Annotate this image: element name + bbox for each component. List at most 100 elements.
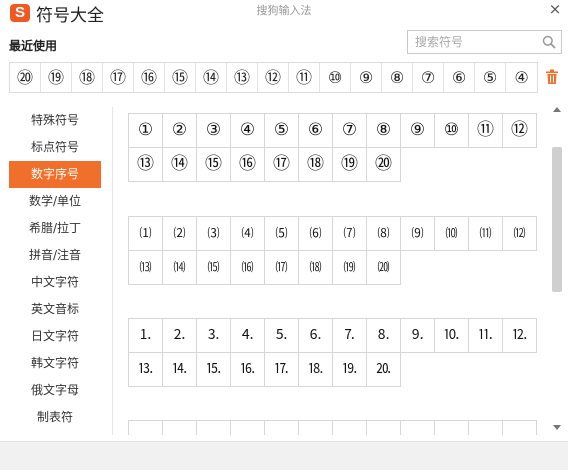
symbol-cell[interactable]: ⑩ xyxy=(435,114,469,148)
symbol-cell[interactable]: ② xyxy=(163,114,197,148)
symbol-cell[interactable]: ⑥ xyxy=(299,114,333,148)
symbol-cell[interactable]: ⒌ xyxy=(265,319,299,353)
symbol-cell[interactable]: ⑳ xyxy=(367,148,401,182)
trash-icon[interactable] xyxy=(545,69,559,85)
symbol-cell[interactable]: ⒈ xyxy=(129,319,163,353)
symbol-cell[interactable]: ⒚ xyxy=(333,353,367,387)
recent-symbol[interactable]: ⑳ xyxy=(10,63,41,92)
symbol-cell[interactable] xyxy=(435,421,469,435)
symbol-cell[interactable]: ⒊ xyxy=(197,319,231,353)
recent-symbol[interactable]: ⑨ xyxy=(351,63,382,92)
symbol-cell[interactable] xyxy=(163,421,197,435)
symbol-cell[interactable]: ⒎ xyxy=(333,319,367,353)
symbol-cell[interactable]: ⑨ xyxy=(401,114,435,148)
sidebar-item[interactable]: 希腊/拉丁 xyxy=(9,215,101,242)
symbol-cell[interactable]: ⒑ xyxy=(435,319,469,353)
symbol-cell[interactable]: ⑮ xyxy=(197,148,231,182)
symbol-cell[interactable]: ⑷ xyxy=(231,217,265,251)
sidebar-item[interactable]: 数学/单位 xyxy=(9,188,101,215)
symbol-cell[interactable]: ⒉ xyxy=(163,319,197,353)
symbol-cell[interactable]: ⒒ xyxy=(469,319,503,353)
symbol-cell[interactable]: ⒁ xyxy=(163,251,197,285)
symbol-cell[interactable]: ⑾ xyxy=(469,217,503,251)
recent-symbol[interactable]: ⑰ xyxy=(103,63,134,92)
symbol-cell[interactable]: ⒛ xyxy=(367,353,401,387)
symbol-cell[interactable]: ⑤ xyxy=(265,114,299,148)
symbol-cell[interactable]: ④ xyxy=(231,114,265,148)
symbol-cell[interactable] xyxy=(333,421,367,435)
symbol-cell[interactable]: ⒔ xyxy=(129,353,163,387)
recent-symbol[interactable]: ⑩ xyxy=(320,63,351,92)
symbol-cell[interactable]: ⒋ xyxy=(231,319,265,353)
symbol-cell[interactable]: ⒍ xyxy=(299,319,333,353)
recent-symbol[interactable]: ⑱ xyxy=(72,63,103,92)
symbol-cell[interactable]: ⒆ xyxy=(333,251,367,285)
symbol-cell[interactable] xyxy=(129,421,163,435)
sidebar-item[interactable]: 数字序号 xyxy=(9,161,101,188)
search-box[interactable] xyxy=(407,30,562,54)
symbol-cell[interactable]: ⒏ xyxy=(367,319,401,353)
vertical-scrollbar[interactable] xyxy=(550,107,565,435)
symbol-cell[interactable]: ⒙ xyxy=(299,353,333,387)
symbol-cell[interactable]: ⑴ xyxy=(129,217,163,251)
symbol-cell[interactable]: ⒃ xyxy=(231,251,265,285)
symbol-cell[interactable]: ⒀ xyxy=(129,251,163,285)
symbol-cell[interactable] xyxy=(299,421,333,435)
symbol-cell[interactable] xyxy=(367,421,401,435)
symbol-cell[interactable]: ③ xyxy=(197,114,231,148)
sidebar-item[interactable]: 制表符 xyxy=(9,404,101,431)
recent-symbol[interactable]: ⑪ xyxy=(289,63,320,92)
symbol-cell[interactable]: ⑵ xyxy=(163,217,197,251)
recent-symbol[interactable]: ⑯ xyxy=(134,63,165,92)
symbol-cell[interactable]: ⒕ xyxy=(163,353,197,387)
symbol-cell[interactable]: ⑱ xyxy=(299,148,333,182)
sidebar-item[interactable]: 英文音标 xyxy=(9,296,101,323)
symbol-cell[interactable] xyxy=(265,421,299,435)
symbol-cell[interactable] xyxy=(231,421,265,435)
symbol-cell[interactable]: ⒘ xyxy=(265,353,299,387)
sidebar-item[interactable]: 拼音/注音 xyxy=(9,242,101,269)
scroll-up-arrow-icon[interactable] xyxy=(553,107,561,112)
recent-symbol[interactable]: ⑧ xyxy=(382,63,413,92)
sidebar-item[interactable]: 日文字符 xyxy=(9,323,101,350)
symbol-cell[interactable]: ⒇ xyxy=(367,251,401,285)
symbol-cell[interactable] xyxy=(469,421,503,435)
scroll-down-arrow-icon[interactable] xyxy=(553,425,561,430)
recent-symbol[interactable]: ⑲ xyxy=(41,63,72,92)
close-button[interactable]: × xyxy=(546,0,564,18)
recent-symbol[interactable]: ⑬ xyxy=(227,63,258,92)
symbol-cell[interactable] xyxy=(197,421,231,435)
symbol-cell[interactable]: ⑧ xyxy=(367,114,401,148)
recent-symbol[interactable]: ⑤ xyxy=(475,63,506,92)
sidebar-item[interactable]: 俄文字母 xyxy=(9,377,101,404)
search-input[interactable] xyxy=(408,31,533,53)
symbol-cell[interactable]: ⑭ xyxy=(163,148,197,182)
recent-symbol[interactable]: ⑥ xyxy=(444,63,475,92)
sidebar-item[interactable]: 中文字符 xyxy=(9,269,101,296)
recent-symbol[interactable]: ⑭ xyxy=(196,63,227,92)
symbol-cell[interactable]: ⒖ xyxy=(197,353,231,387)
symbol-cell[interactable]: ① xyxy=(129,114,163,148)
symbol-cell[interactable]: ⑬ xyxy=(129,148,163,182)
scroll-thumb[interactable] xyxy=(552,147,562,292)
symbol-cell[interactable]: ⒅ xyxy=(299,251,333,285)
symbol-cell[interactable]: ⑺ xyxy=(333,217,367,251)
symbol-cell[interactable]: ⒐ xyxy=(401,319,435,353)
search-icon[interactable] xyxy=(542,35,556,49)
symbol-cell[interactable] xyxy=(503,421,537,435)
sidebar-item[interactable]: 特殊符号 xyxy=(9,107,101,134)
symbol-cell[interactable] xyxy=(401,421,435,435)
symbol-cell[interactable]: ⑸ xyxy=(265,217,299,251)
symbol-cell[interactable]: ⑻ xyxy=(367,217,401,251)
recent-symbol[interactable]: ⑦ xyxy=(413,63,444,92)
symbol-cell[interactable]: ⑰ xyxy=(265,148,299,182)
recent-symbol[interactable]: ④ xyxy=(506,63,537,92)
symbol-cell[interactable]: ⑿ xyxy=(503,217,537,251)
symbol-cell[interactable]: ⑯ xyxy=(231,148,265,182)
symbol-cell[interactable]: ⑼ xyxy=(401,217,435,251)
symbol-cell[interactable]: ⑪ xyxy=(469,114,503,148)
sidebar-item[interactable]: 韩文字符 xyxy=(9,350,101,377)
recent-symbol[interactable]: ⑮ xyxy=(165,63,196,92)
symbol-cell[interactable]: ⒂ xyxy=(197,251,231,285)
symbol-cell[interactable]: ⑫ xyxy=(503,114,537,148)
